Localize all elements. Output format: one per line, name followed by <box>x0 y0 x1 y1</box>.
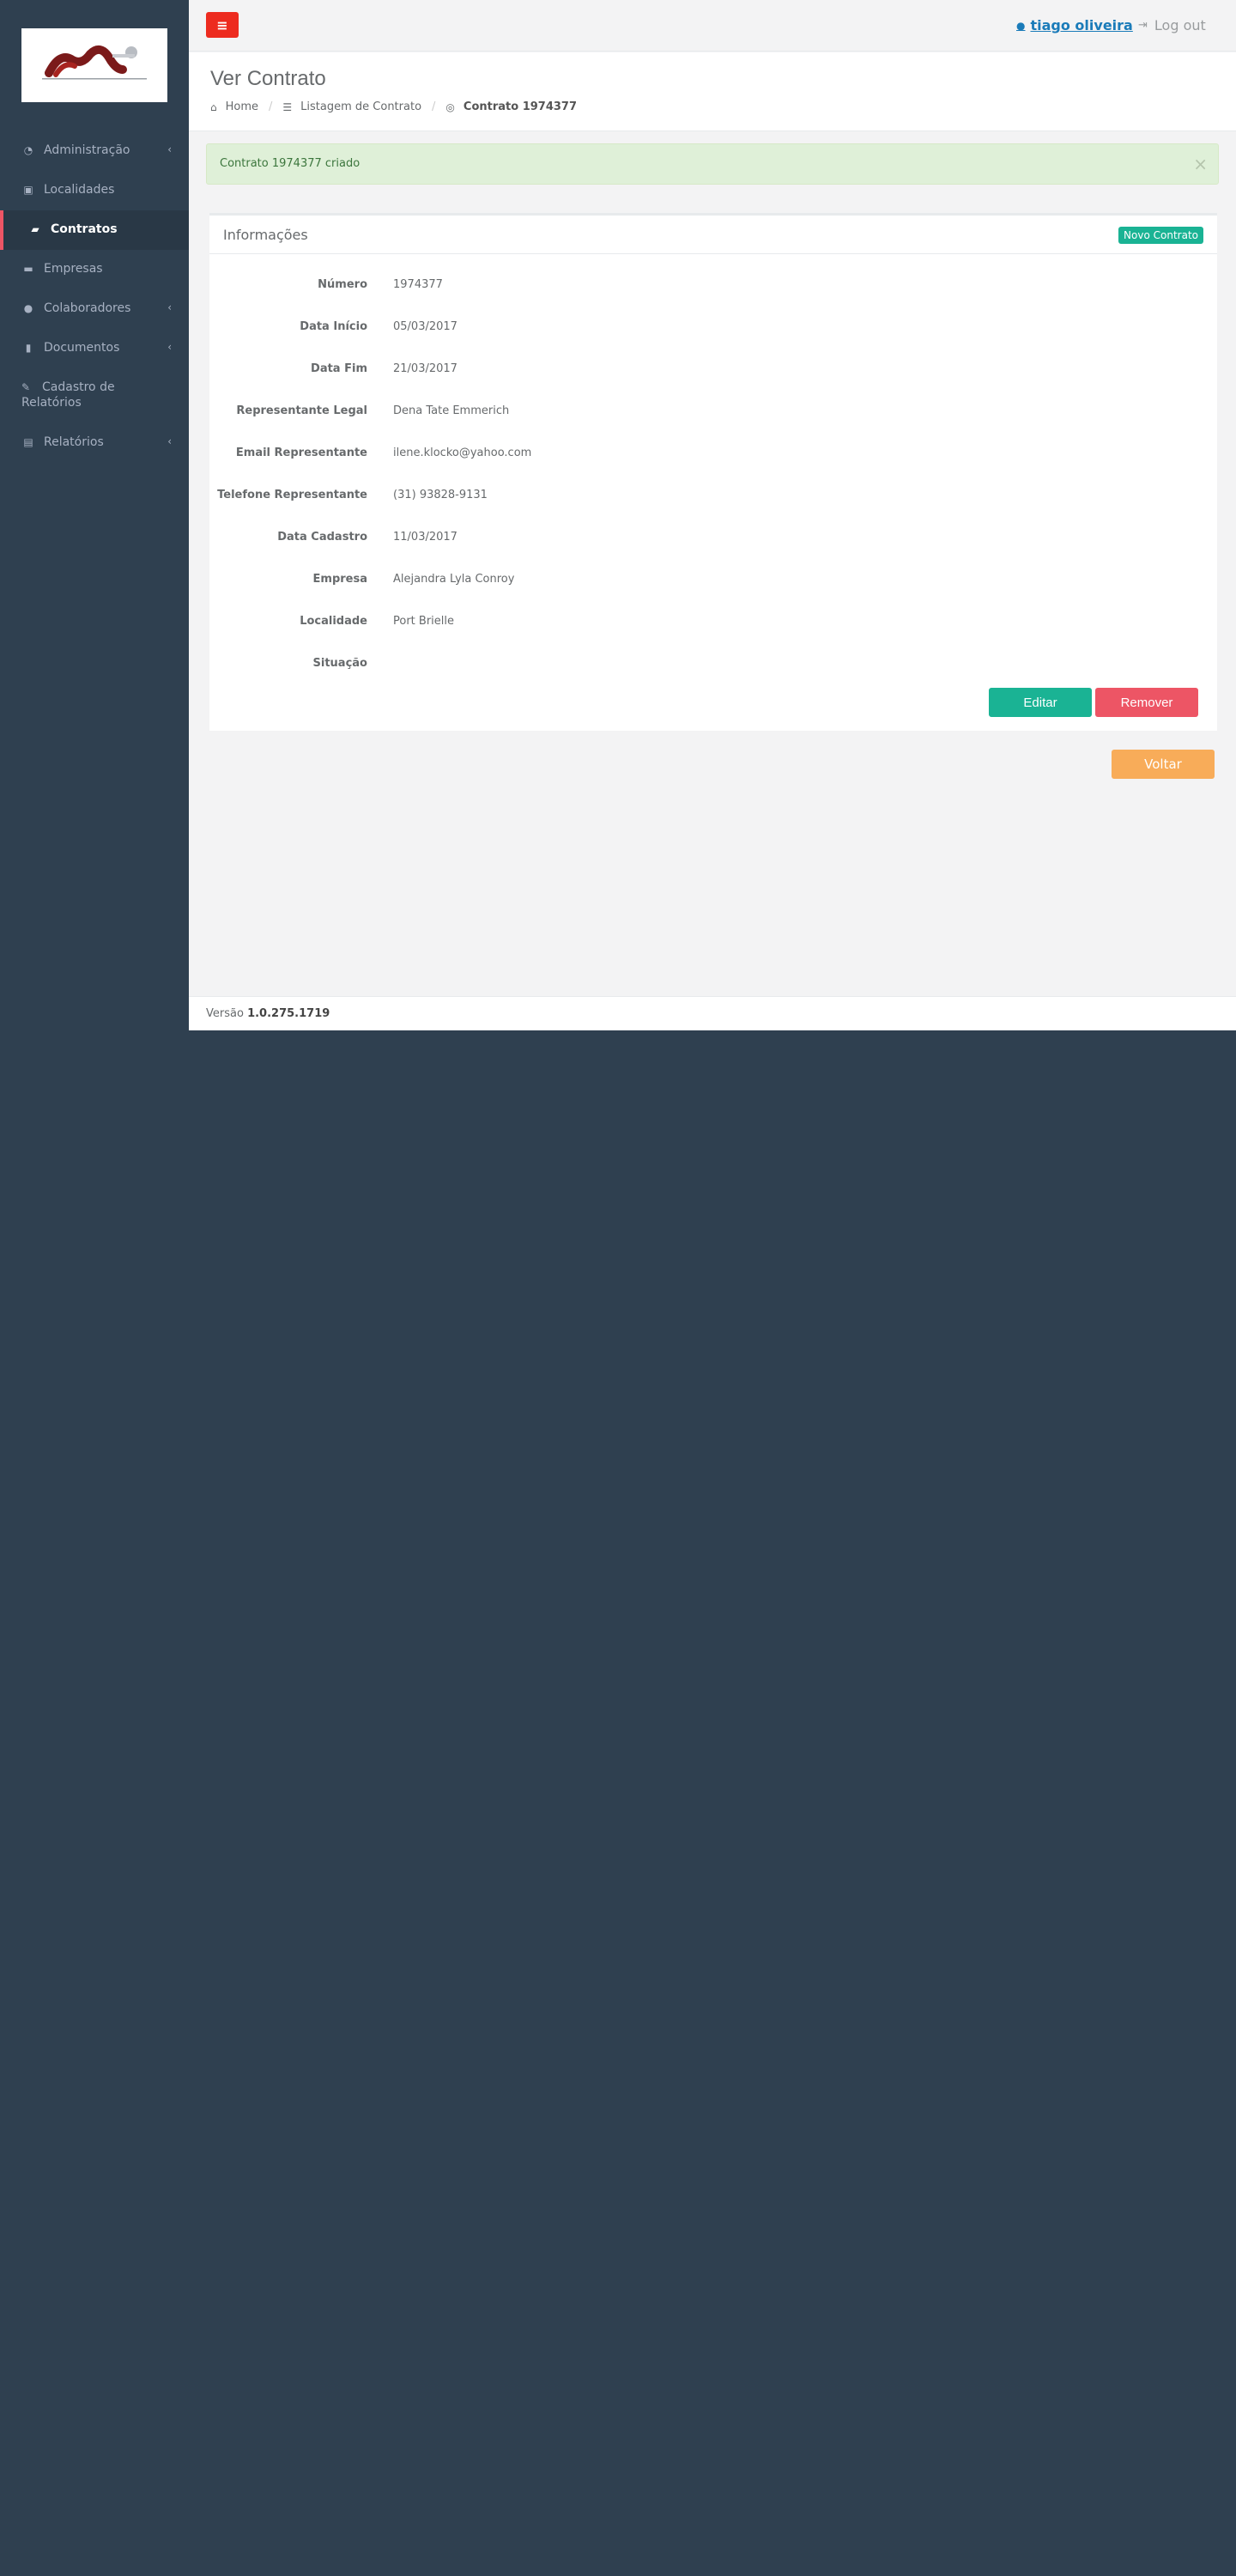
sidebar-item-label: Colaboradores <box>44 301 131 315</box>
field-value: ilene.klocko@yahoo.com <box>393 447 532 459</box>
field-label: Situação <box>312 657 367 670</box>
field-data-fim: Data Fim 21/03/2017 <box>209 362 1217 380</box>
field-label: Localidade <box>300 615 367 628</box>
breadcrumb-current: Contrato 1974377 <box>463 100 578 113</box>
briefcase-icon: ▣ <box>23 184 33 196</box>
chevron-left-icon: ‹ <box>167 341 172 353</box>
sign-out-icon: ⇥ <box>1138 19 1148 32</box>
user-icon: ● <box>1016 19 1026 32</box>
page-title: Ver Contrato <box>210 67 326 90</box>
sidebar-item-label: Relatórios <box>44 435 104 449</box>
chevron-left-icon: ‹ <box>167 301 172 313</box>
field-value: Port Brielle <box>393 615 454 628</box>
logout-label: Log out <box>1154 17 1206 33</box>
dashboard-icon: ◔ <box>23 144 33 156</box>
menu-toggle-button[interactable]: ≡ <box>206 12 239 38</box>
user-name: tiago oliveira <box>1030 17 1133 33</box>
success-alert: Contrato 1974377 criado × <box>206 143 1219 185</box>
field-label: Data Início <box>300 320 367 333</box>
sidebar-nav: ◔ Administração ‹ ▣ Localidades ▰ Contra… <box>0 131 189 463</box>
alert-message: Contrato 1974377 criado <box>220 157 360 170</box>
panel-header: Informações Novo Contrato <box>209 216 1217 254</box>
breadcrumb-list[interactable]: Listagem de Contrato <box>300 100 421 113</box>
field-label: Email Representante <box>235 447 367 459</box>
sidebar: ◔ Administração ‹ ▣ Localidades ▰ Contra… <box>0 0 189 1030</box>
hamburger-icon: ≡ <box>216 16 228 33</box>
close-icon[interactable]: × <box>1193 154 1208 174</box>
chevron-left-icon: ‹ <box>167 143 172 155</box>
version-prefix: Versão <box>206 1007 244 1020</box>
info-panel: Informações Novo Contrato Número 1974377… <box>209 213 1217 731</box>
field-empresa: Empresa Alejandra Lyla Conroy <box>209 573 1217 590</box>
chevron-left-icon: ‹ <box>167 435 172 447</box>
breadcrumb-separator: / <box>432 100 436 113</box>
truck-icon: ▬ <box>23 263 33 275</box>
main-content: ≡ ● tiago oliveira ⇥ Log out Ver Contrat… <box>189 0 1236 1030</box>
field-value: Alejandra Lyla Conroy <box>393 573 515 586</box>
sidebar-item-label: Administração <box>44 143 130 157</box>
sidebar-item-documentos[interactable]: ▮ Documentos ‹ <box>0 329 189 368</box>
footer: Versão 1.0.275.1719 <box>189 996 1236 1030</box>
logo[interactable] <box>21 28 167 102</box>
sidebar-item-localidades[interactable]: ▣ Localidades <box>0 171 189 210</box>
book-icon: ▰ <box>31 223 39 235</box>
field-value: 11/03/2017 <box>393 531 457 544</box>
field-label: Representante Legal <box>236 404 367 417</box>
sidebar-item-label: Cadastro de Relatórios <box>21 380 115 410</box>
list-icon: ☰ <box>282 100 293 113</box>
field-representante-legal: Representante Legal Dena Tate Emmerich <box>209 404 1217 422</box>
field-value: 21/03/2017 <box>393 362 457 375</box>
field-value: 05/03/2017 <box>393 320 457 333</box>
remove-button[interactable]: Remover <box>1095 688 1198 717</box>
top-navbar: ≡ ● tiago oliveira ⇥ Log out <box>189 0 1236 52</box>
status-badge: Novo Contrato <box>1118 227 1203 244</box>
field-email-representante: Email Representante ilene.klocko@yahoo.c… <box>209 447 1217 464</box>
field-telefone-representante: Telefone Representante (31) 93828-9131 <box>209 489 1217 506</box>
panel-title: Informações <box>223 227 308 243</box>
back-button[interactable]: Voltar <box>1112 750 1215 779</box>
sidebar-item-label: Contratos <box>51 222 118 236</box>
edit-button[interactable]: Editar <box>989 688 1092 717</box>
home-icon: ⌂ <box>210 100 217 113</box>
sidebar-item-label: Empresas <box>44 262 103 276</box>
page-heading: Ver Contrato ⌂ Home / ☰ Listagem de Cont… <box>189 52 1236 131</box>
sidebar-item-contratos[interactable]: ▰ Contratos <box>0 210 189 250</box>
field-label: Telefone Representante <box>217 489 367 501</box>
field-value: (31) 93828-9131 <box>393 489 488 501</box>
field-situacao: Situação <box>209 657 1217 674</box>
keyboard-icon: ▤ <box>23 436 33 448</box>
edit-icon: ✎ <box>21 381 31 393</box>
file-icon: ▮ <box>25 342 32 354</box>
eye-icon: ◎ <box>445 100 455 113</box>
montreal-logo-icon <box>42 45 147 80</box>
sidebar-item-administracao[interactable]: ◔ Administração ‹ <box>0 131 189 171</box>
field-label: Data Cadastro <box>277 531 367 544</box>
field-numero: Número 1974377 <box>209 278 1217 295</box>
field-label: Número <box>318 278 367 291</box>
sidebar-item-colaboradores[interactable]: ● Colaboradores ‹ <box>0 289 189 329</box>
breadcrumb-separator: / <box>269 100 273 113</box>
field-label: Data Fim <box>311 362 367 375</box>
user-profile-link[interactable]: ● tiago oliveira <box>1016 17 1133 33</box>
sidebar-item-relatorios[interactable]: ▤ Relatórios ‹ <box>0 423 189 463</box>
users-icon: ● <box>23 302 33 314</box>
breadcrumb-home[interactable]: Home <box>226 100 258 113</box>
breadcrumb: ⌂ Home / ☰ Listagem de Contrato / ◎ Cont… <box>210 100 577 113</box>
field-label: Empresa <box>312 573 367 586</box>
sidebar-item-label: Localidades <box>44 183 115 197</box>
field-value: Dena Tate Emmerich <box>393 404 510 417</box>
field-localidade: Localidade Port Brielle <box>209 615 1217 632</box>
sidebar-item-label: Documentos <box>44 341 120 355</box>
field-data-inicio: Data Início 05/03/2017 <box>209 320 1217 337</box>
sidebar-item-empresas[interactable]: ▬ Empresas <box>0 250 189 289</box>
logout-link[interactable]: ⇥ Log out <box>1138 17 1206 33</box>
version-number: 1.0.275.1719 <box>247 1007 330 1020</box>
field-value: 1974377 <box>393 278 443 291</box>
sidebar-item-cadastro-relatorios[interactable]: ✎ Cadastro de Relatórios <box>0 368 189 423</box>
field-data-cadastro: Data Cadastro 11/03/2017 <box>209 531 1217 548</box>
